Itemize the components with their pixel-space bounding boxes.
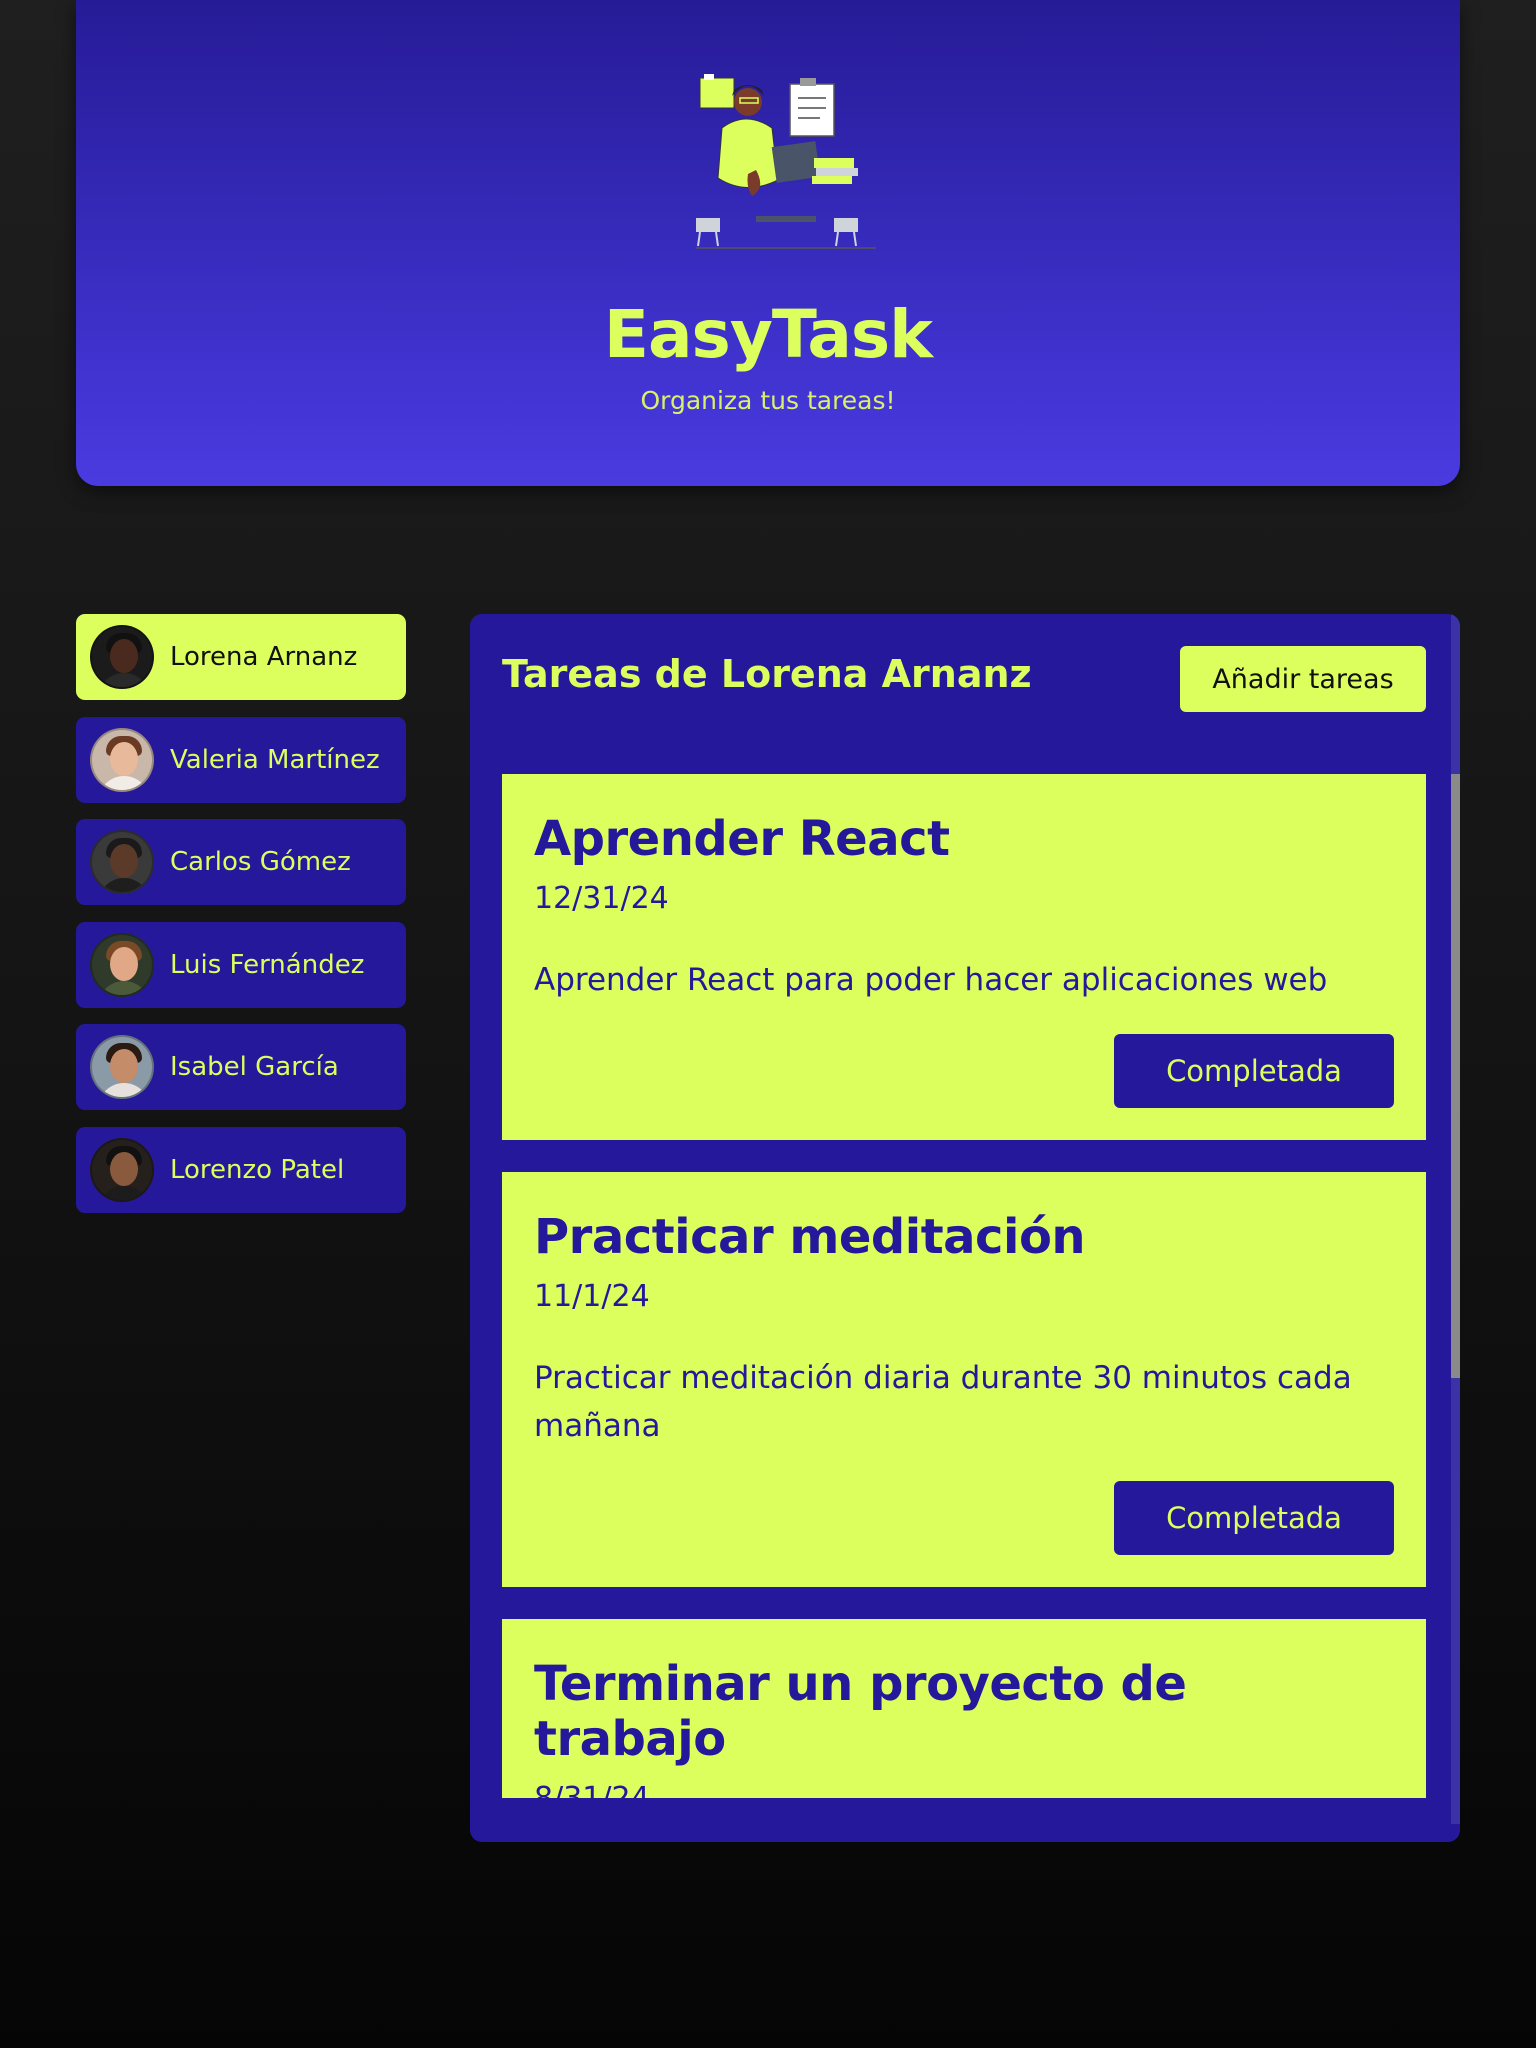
task-card: Practicar meditación 11/1/24 Practicar m… xyxy=(502,1172,1426,1587)
tasks-title: Tareas de Lorena Arnanz xyxy=(502,652,1032,696)
user-name: Luis Fernández xyxy=(170,949,365,980)
task-description: Practicar meditación diaria durante 30 m… xyxy=(534,1360,1352,1445)
user-item-luis-fernandez[interactable]: Luis Fernández xyxy=(76,921,406,1008)
user-item-valeria-martinez[interactable]: Valeria Martínez xyxy=(76,716,406,803)
complete-task-button[interactable]: Completada xyxy=(1114,1480,1394,1555)
user-item-lorenzo-patel[interactable]: Lorenzo Patel xyxy=(76,1126,406,1213)
tasks-list[interactable]: Aprender React 12/31/24 Aprender React p… xyxy=(502,774,1426,1798)
user-name: Valeria Martínez xyxy=(170,744,380,775)
avatar xyxy=(90,625,154,689)
task-title: Terminar un proyecto de trabajo xyxy=(534,1655,1187,1767)
task-card: Aprender React 12/31/24 Aprender React p… xyxy=(502,774,1426,1141)
app-subtitle: Organiza tus tareas! xyxy=(640,386,896,415)
user-item-isabel-garcia[interactable]: Isabel García xyxy=(76,1024,406,1110)
person-with-tasks-illustration xyxy=(696,74,876,249)
task-description: Aprender React para poder hacer aplicaci… xyxy=(534,962,1328,999)
avatar xyxy=(90,830,154,894)
task-date: 8/31/24 xyxy=(534,1781,1394,1798)
app-title: EasyTask xyxy=(603,296,933,373)
app-header: EasyTask Organiza tus tareas! xyxy=(76,0,1460,486)
user-name: Isabel García xyxy=(170,1052,339,1082)
avatar xyxy=(90,932,154,997)
task-date: 12/31/24 xyxy=(534,881,669,917)
avatar xyxy=(90,727,154,792)
user-name: Lorena Arnanz xyxy=(170,642,358,672)
user-item-carlos-gomez[interactable]: Carlos Gómez xyxy=(76,819,406,905)
user-item-lorena-arnanz[interactable]: Lorena Arnanz xyxy=(76,614,406,700)
avatar xyxy=(90,1035,154,1099)
user-list: Lorena Arnanz Valeria Martínez Carlos Gó… xyxy=(76,614,406,1229)
tasks-panel: Tareas de Lorena Arnanz Añadir tareas Ap… xyxy=(470,614,1460,1842)
user-name: Lorenzo Patel xyxy=(170,1154,345,1185)
task-card: Terminar un proyecto de trabajo 8/31/24 xyxy=(502,1618,1426,1798)
scrollbar-thumb[interactable] xyxy=(1451,774,1460,1378)
task-title: Practicar meditación xyxy=(534,1209,1086,1266)
task-title: Aprender React xyxy=(534,811,950,867)
add-task-button[interactable]: Añadir tareas xyxy=(1180,646,1426,712)
task-date: 11/1/24 xyxy=(534,1279,650,1315)
complete-task-button[interactable]: Completada xyxy=(1114,1034,1394,1109)
avatar xyxy=(90,1137,154,1202)
user-name: Carlos Gómez xyxy=(170,847,351,877)
